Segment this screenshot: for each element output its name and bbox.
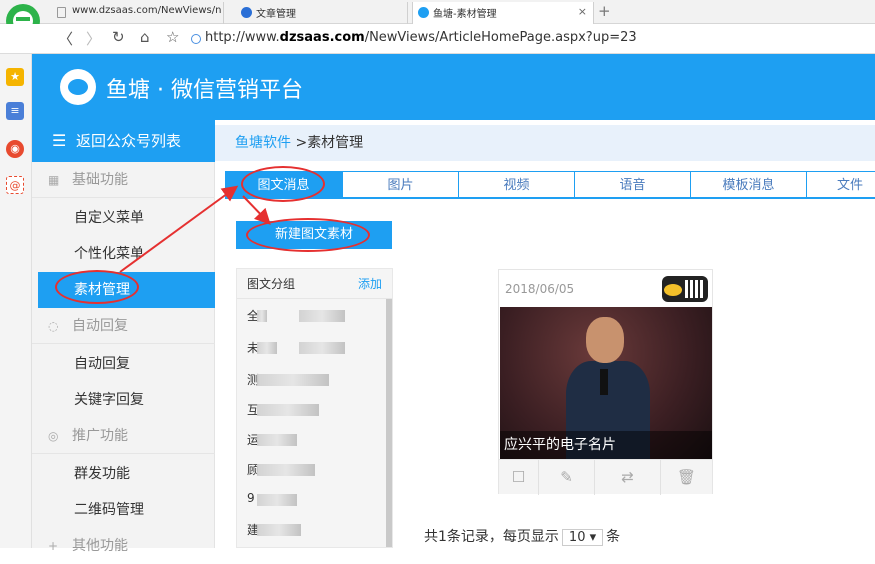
- tab-voice[interactable]: 语音: [574, 171, 691, 198]
- add-group-link[interactable]: 添加: [358, 269, 382, 299]
- page-icon: [57, 7, 66, 18]
- sidebar-item-auto-reply[interactable]: 自动回复: [32, 346, 215, 382]
- weibo-icon[interactable]: ◉: [6, 140, 24, 158]
- sidebar-group-promotion[interactable]: ◎ 推广功能: [32, 418, 215, 454]
- tab-image[interactable]: 图片: [342, 171, 459, 198]
- group-item[interactable]: 顾: [247, 461, 367, 479]
- group-item[interactable]: 全: [247, 307, 367, 325]
- pagination: 共1条记录，每页显示 10 ▾ 条: [424, 529, 621, 546]
- reader-icon[interactable]: ≡: [6, 102, 24, 120]
- annotation-ellipse-tab: [241, 166, 325, 202]
- article-card[interactable]: 2018/06/05 应兴平的电子名片 ☐ ✎ ⇄ 🗑: [498, 269, 713, 495]
- back-button[interactable]: 〈: [58, 28, 73, 49]
- article-actions: ☐ ✎ ⇄ 🗑: [499, 459, 712, 495]
- star-icon[interactable]: ★: [6, 68, 24, 86]
- sidebar: ☰ 返回公众号列表 ▦ 基础功能 自定义菜单 个性化菜单 素材管理 ◌ 自动回复…: [32, 120, 215, 554]
- group-item[interactable]: 未: [247, 339, 367, 357]
- tab-file[interactable]: 文件: [806, 171, 875, 198]
- edit-icon[interactable]: ✎: [539, 460, 595, 495]
- breadcrumb-root-link[interactable]: 鱼塘软件: [235, 135, 291, 151]
- browser-side-toolbar: ★ ≡ ◉ @: [0, 54, 32, 548]
- url-field[interactable]: http://www.dzsaas.com/NewViews/ArticleHo…: [205, 30, 637, 45]
- article-cover-image: 应兴平的电子名片: [500, 307, 712, 459]
- group-item[interactable]: 测: [247, 371, 367, 389]
- fish-logo-icon: [60, 69, 96, 105]
- breadcrumb: 鱼塘软件 >素材管理: [215, 125, 875, 161]
- sidebar-item-mass-send[interactable]: 群发功能: [32, 456, 215, 492]
- group-item[interactable]: 互: [247, 401, 367, 419]
- back-to-accounts-button[interactable]: ☰ 返回公众号列表: [32, 120, 215, 162]
- home-button[interactable]: ⌂: [140, 28, 150, 46]
- sidebar-group-other[interactable]: + 其他功能: [32, 528, 215, 564]
- plus-icon: +: [48, 539, 59, 553]
- address-bar: 〈 〉 ↻ ⌂ ☆ http://www.dzsaas.com/NewViews…: [0, 24, 875, 54]
- forward-button[interactable]: 〉: [86, 28, 101, 49]
- grid-icon: ▦: [48, 173, 60, 187]
- sidebar-item-qrcode[interactable]: 二维码管理: [32, 492, 215, 528]
- sidebar-item-personal-menu[interactable]: 个性化菜单: [32, 236, 215, 272]
- group-panel-header: 图文分组 添加: [237, 269, 392, 299]
- site-icon: [241, 7, 252, 18]
- annotation-ellipse-new-button: [246, 218, 370, 252]
- sidebar-item-custom-menu[interactable]: 自定义菜单: [32, 200, 215, 236]
- list-icon: ☰: [52, 131, 67, 150]
- tab-video[interactable]: 视频: [458, 171, 575, 198]
- group-item[interactable]: 建: [247, 521, 367, 539]
- news-group-panel: 图文分组 添加 全 未 测 互 运 顾 9 建: [236, 268, 393, 548]
- browser-tab-3[interactable]: 鱼塘-素材管理 ×: [412, 2, 594, 24]
- sidebar-group-auto-reply[interactable]: ◌ 自动回复: [32, 308, 215, 344]
- chat-icon: ◌: [48, 319, 59, 333]
- refresh-button[interactable]: ↻: [112, 28, 125, 46]
- browser-tab-1[interactable]: www.dzsaas.com/NewViews/n: [52, 2, 224, 24]
- delete-icon[interactable]: 🗑: [661, 460, 712, 495]
- site-icon: [418, 7, 429, 18]
- app-title: 鱼塘 · 微信营销平台: [106, 78, 303, 103]
- group-panel-scrollbar[interactable]: [386, 299, 392, 547]
- browser-tab-bar: www.dzsaas.com/NewViews/n 文章管理 鱼塘-素材管理 ×…: [0, 0, 875, 24]
- article-date: 2018/06/05: [505, 282, 575, 296]
- tab-template[interactable]: 模板消息: [690, 171, 807, 198]
- browser-tab-2[interactable]: 文章管理: [236, 2, 408, 24]
- favorite-button[interactable]: ☆: [166, 28, 179, 46]
- mail-icon[interactable]: @: [6, 176, 24, 194]
- chat-bubbles-icon: ◎: [48, 429, 59, 443]
- page-size-select[interactable]: 10 ▾: [561, 529, 604, 546]
- app-header: 鱼塘 · 微信营销平台: [32, 54, 875, 120]
- new-tab-button[interactable]: +: [598, 2, 611, 20]
- security-icon: [191, 34, 201, 44]
- breadcrumb-current: 素材管理: [307, 135, 364, 151]
- move-icon[interactable]: ⇄: [595, 460, 661, 495]
- qrcode-badge-icon[interactable]: [662, 276, 708, 302]
- close-tab-icon[interactable]: ×: [578, 5, 587, 18]
- select-checkbox-icon[interactable]: ☐: [499, 460, 539, 495]
- article-title: 应兴平的电子名片: [500, 431, 712, 459]
- sidebar-item-keyword-reply[interactable]: 关键字回复: [32, 382, 215, 418]
- sidebar-group-basic[interactable]: ▦ 基础功能: [32, 162, 215, 198]
- group-item[interactable]: 9: [247, 491, 367, 509]
- annotation-ellipse-sidebar: [55, 270, 139, 304]
- group-item[interactable]: 运: [247, 431, 367, 449]
